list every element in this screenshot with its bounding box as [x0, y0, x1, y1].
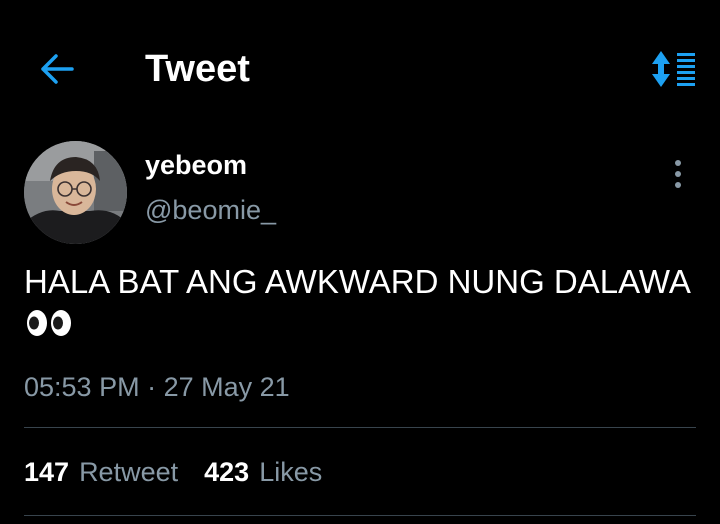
sort-list-icon [652, 51, 695, 87]
more-options-button[interactable] [662, 156, 694, 192]
tweet-time: 05:53 PM [24, 372, 140, 402]
top-app-bar: Tweet [0, 0, 720, 140]
divider [24, 427, 696, 428]
avatar[interactable] [24, 141, 127, 244]
like-count[interactable]: 423 [204, 455, 249, 489]
arrow-left-icon [41, 54, 74, 84]
author-handle[interactable]: @beomie_ [145, 193, 276, 227]
eyes-emoji-icon [26, 306, 72, 346]
tweet-text-content: HALA BAT ANG AWKWARD NUNG DALAWA [24, 263, 691, 300]
more-icon-dot [675, 160, 681, 166]
page-title: Tweet [145, 48, 250, 90]
profile-photo [24, 141, 127, 244]
back-button[interactable] [34, 46, 80, 92]
engagement-stats: 147 Retweet 423 Likes [24, 455, 322, 489]
more-icon-dot [675, 182, 681, 188]
more-icon-dot [675, 171, 681, 177]
author-name[interactable]: yebeom [145, 148, 247, 182]
retweet-count[interactable]: 147 [24, 455, 69, 489]
retweet-label[interactable]: Retweet [79, 455, 178, 489]
tweet-text: HALA BAT ANG AWKWARD NUNG DALAWA [24, 262, 694, 346]
like-label[interactable]: Likes [259, 455, 322, 489]
tweet-detail-screen: Tweet yebeom @beomie_ HALA BAT ANG AWKWA… [0, 0, 720, 524]
sort-button[interactable] [646, 44, 702, 94]
tweet-timestamp: 05:53 PM · 27 May 21 [24, 370, 290, 404]
divider [24, 515, 696, 516]
tweet-date: 27 May 21 [163, 372, 290, 402]
meta-separator: · [147, 372, 157, 402]
